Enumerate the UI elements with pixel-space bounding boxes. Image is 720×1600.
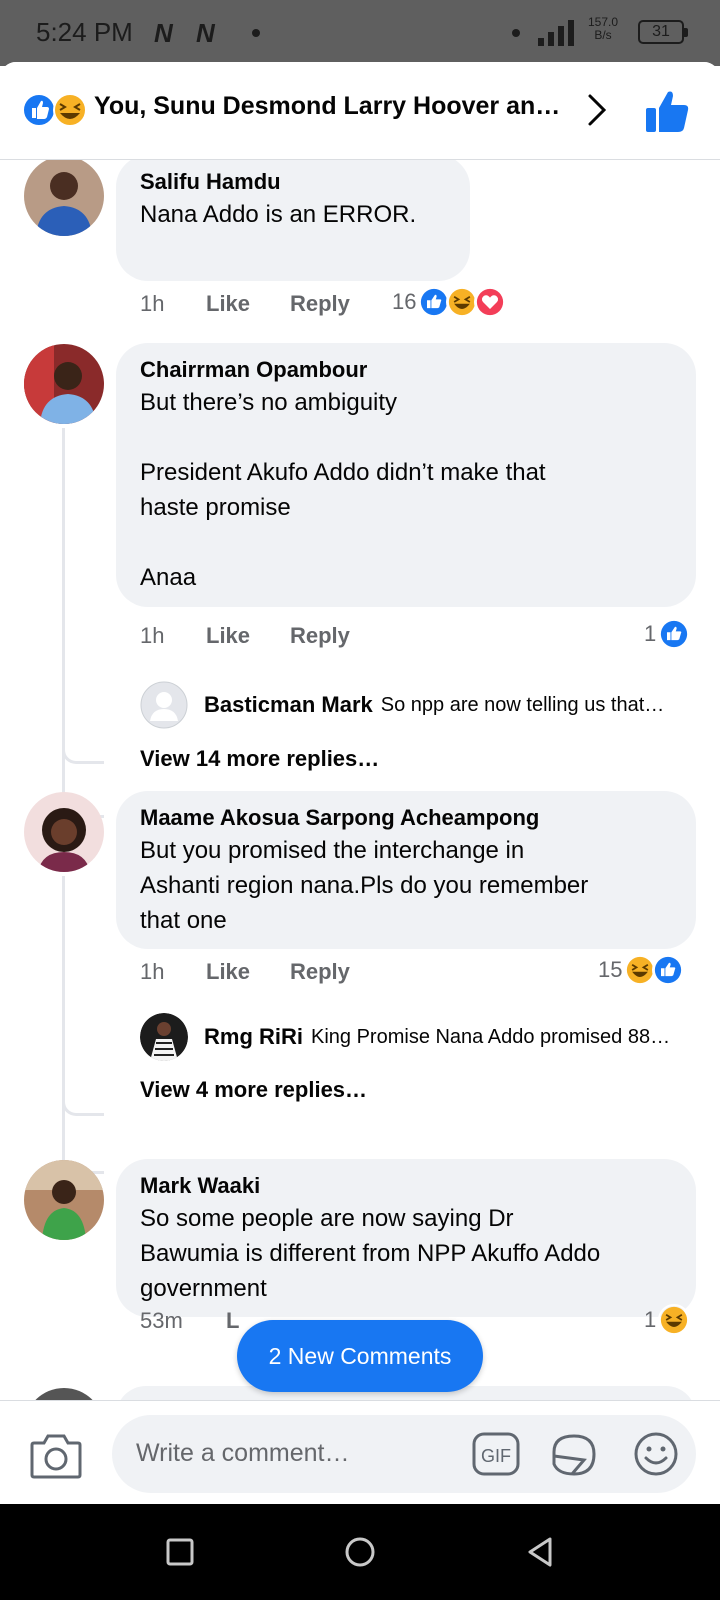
reply-button[interactable]: Reply [290, 959, 350, 985]
avatar[interactable] [140, 1013, 188, 1061]
comment-text: So some people are now saying Dr Bawumia… [140, 1205, 601, 1302]
reaction-count[interactable]: 1 [644, 1304, 691, 1336]
app-notification-icon: N [196, 18, 215, 48]
camera-icon[interactable] [30, 1431, 82, 1479]
comment-bubble[interactable]: Salifu Hamdu Nana Addo is an ERROR. [116, 155, 470, 281]
emoji-icon[interactable] [632, 1430, 680, 1478]
reactions-header[interactable]: You, Sunu Desmond Larry Hoover an… [0, 62, 720, 160]
reaction-count[interactable]: 1 [644, 618, 691, 650]
network-speed-unit: B/s [594, 28, 612, 42]
comment-bubble[interactable]: Maame Akosua Sarpong Acheampong But you … [116, 791, 696, 949]
avatar[interactable] [140, 681, 188, 729]
avatar[interactable] [24, 792, 104, 872]
reaction-count[interactable]: 15 [598, 954, 685, 986]
view-more-replies-link[interactable]: View 14 more replies… [140, 746, 379, 772]
reaction-count-value: 1 [644, 1307, 657, 1332]
reply-author[interactable]: Basticman Mark [204, 692, 373, 718]
recents-icon[interactable] [162, 1534, 198, 1570]
avatar[interactable] [24, 344, 104, 424]
app-notification-icon: N [154, 18, 173, 48]
comment-time[interactable]: 1h [140, 623, 164, 649]
comment-input-placeholder: Write a comment… [136, 1439, 350, 1467]
comment-time[interactable]: 53m [140, 1308, 183, 1334]
like-button[interactable]: Like [206, 959, 250, 985]
network-speed: 157.0 B/s [588, 16, 618, 42]
reaction-count-value: 1 [644, 621, 657, 646]
chevron-right-icon[interactable] [582, 90, 612, 130]
notification-dot-icon [252, 29, 260, 37]
reply-button[interactable]: Reply [290, 623, 350, 649]
reaction-count[interactable]: 16 [392, 286, 507, 318]
thread-line [62, 428, 104, 818]
like-reaction-icon [658, 618, 691, 650]
comment-author[interactable]: Maame Akosua Sarpong Acheampong [140, 805, 672, 831]
thread-line [62, 876, 104, 1174]
comment-author[interactable]: Chairrman Opambour [140, 357, 672, 383]
new-comments-button[interactable]: 2 New Comments [237, 1320, 483, 1392]
comments-sheet: You, Sunu Desmond Larry Hoover an… Salif… [0, 62, 720, 1402]
comment-input[interactable]: Write a comment… GIF [112, 1415, 696, 1493]
like-button[interactable]: Like [206, 291, 250, 317]
haha-reaction-icon [658, 1304, 691, 1336]
home-icon[interactable] [342, 1534, 378, 1570]
notification-dot-icon [512, 29, 520, 37]
reaction-summary-icon [22, 93, 87, 127]
avatar[interactable] [24, 156, 104, 236]
back-icon[interactable] [522, 1534, 558, 1570]
like-reaction-icon [652, 954, 685, 986]
comment-time[interactable]: 1h [140, 291, 164, 317]
status-time: 5:24 PM [36, 17, 133, 47]
view-more-replies-link[interactable]: View 4 more replies… [140, 1077, 367, 1103]
like-thumb-icon[interactable] [644, 88, 690, 134]
comment-composer: Write a comment… GIF [0, 1400, 720, 1504]
avatar[interactable] [24, 1160, 104, 1240]
comment-bubble[interactable]: Mark Waaki So some people are now saying… [116, 1159, 696, 1317]
comment-time[interactable]: 1h [140, 959, 164, 985]
status-bar: 5:24 PM N N 157.0 B/s 31 [0, 0, 720, 66]
reactions-title: You, Sunu Desmond Larry Hoover an… [94, 92, 561, 120]
sticker-icon[interactable] [550, 1430, 598, 1478]
system-navigation-bar [0, 1504, 720, 1600]
reaction-count-value: 15 [598, 957, 623, 982]
reply-preview[interactable]: Rmg RiRi King Promise Nana Addo promised… [140, 1012, 691, 1062]
reply-text: So npp are now telling us that… [380, 693, 665, 716]
like-button[interactable]: L [226, 1308, 239, 1334]
comment-author[interactable]: Mark Waaki [140, 1173, 672, 1199]
comment-bubble[interactable]: Chairrman Opambour But there’s no ambigu… [116, 343, 696, 607]
love-reaction-icon [474, 286, 507, 318]
gif-icon[interactable]: GIF [472, 1432, 520, 1476]
reply-text: King Promise Nana Addo promised 88… [311, 1025, 671, 1048]
comment-text: But there’s no ambiguity President Akufo… [140, 389, 546, 591]
comment-text: But you promised the interchange in Asha… [140, 837, 589, 934]
battery-icon: 31 [638, 20, 688, 44]
reply-preview[interactable]: Basticman Mark So npp are now telling us… [140, 680, 681, 730]
reaction-count-value: 16 [392, 289, 417, 314]
gif-label: GIF [481, 1446, 511, 1466]
like-button[interactable]: Like [206, 623, 250, 649]
comment-author[interactable]: Salifu Hamdu [140, 169, 446, 195]
reply-button[interactable]: Reply [290, 291, 350, 317]
reply-author[interactable]: Rmg RiRi [204, 1024, 303, 1050]
signal-icon [538, 20, 574, 46]
comment-text: Nana Addo is an ERROR. [140, 201, 417, 228]
